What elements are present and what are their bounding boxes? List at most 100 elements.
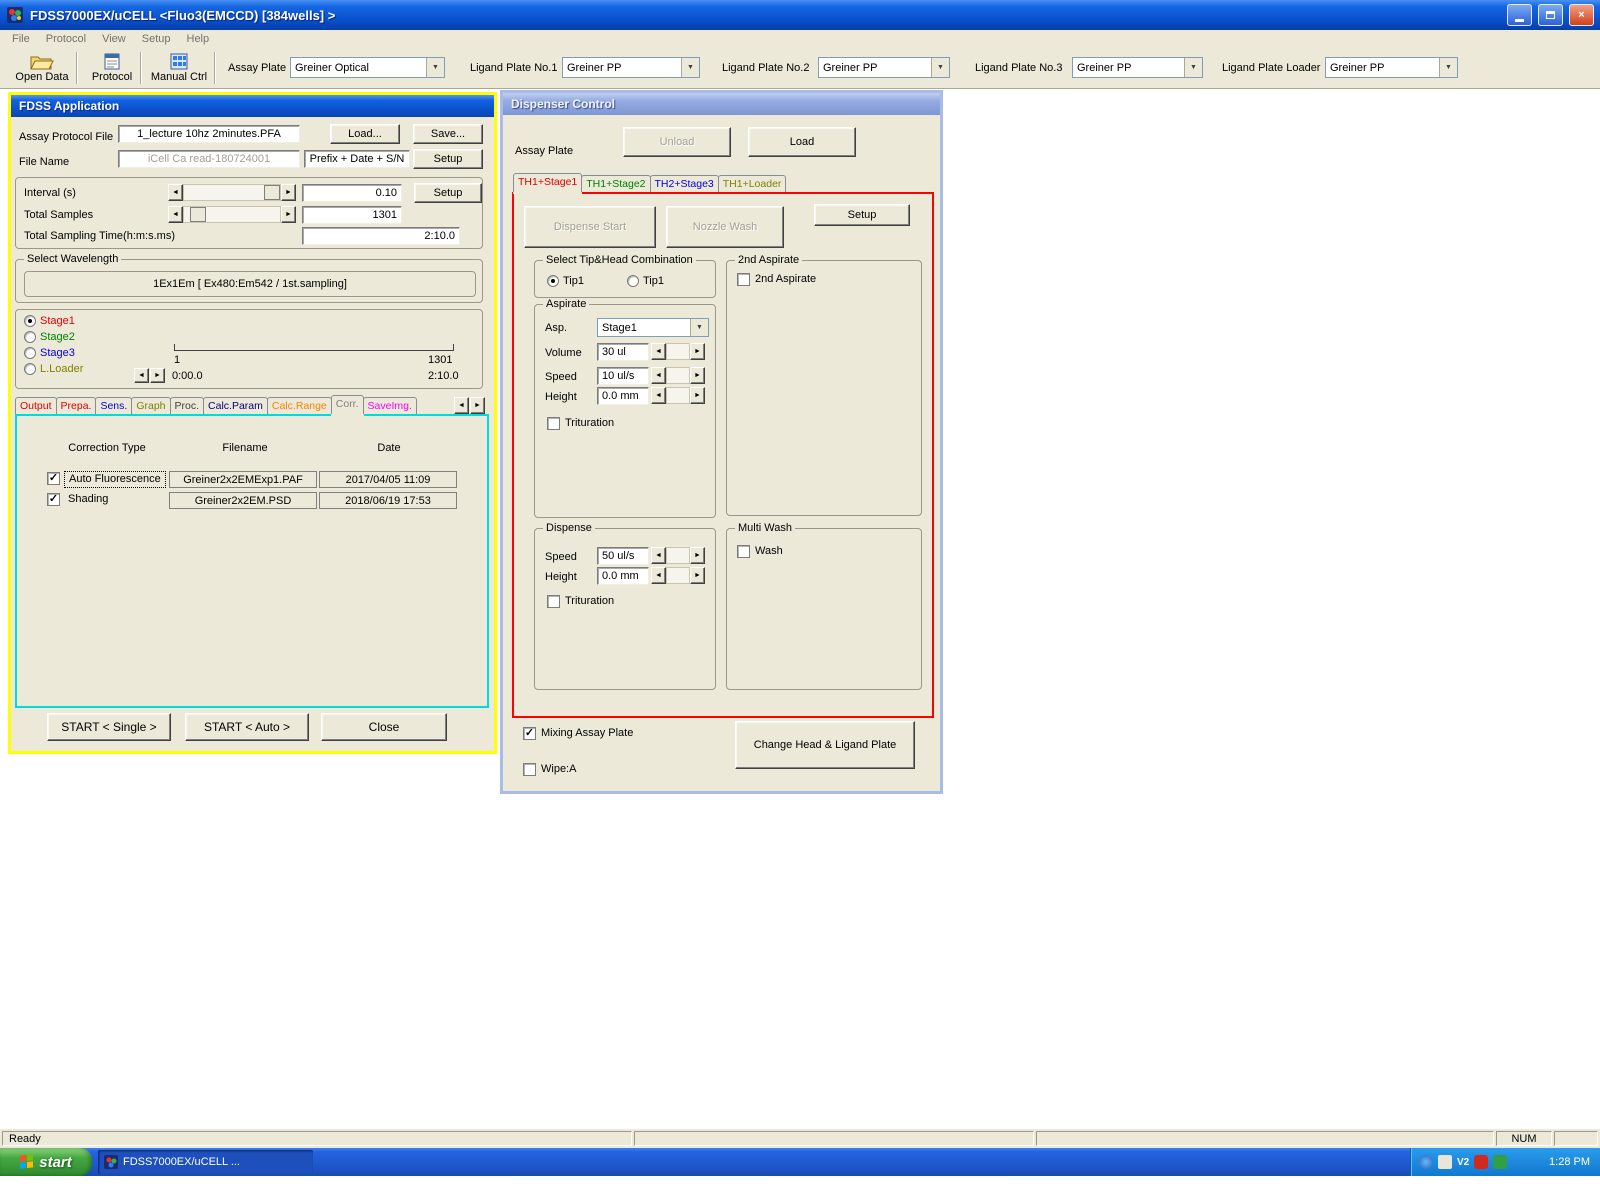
manual-ctrl-button[interactable]: Manual Ctrl <box>144 50 214 87</box>
spin-left-icon[interactable]: ◄ <box>651 547 666 564</box>
tip1-radio-b[interactable] <box>627 275 639 287</box>
dispense-height-spinner[interactable]: ◄ ► <box>651 567 705 584</box>
tray-icon-volume[interactable] <box>1438 1155 1452 1169</box>
start-auto-button[interactable]: START < Auto > <box>185 713 309 741</box>
taskbar-item-fdss[interactable]: FDSS7000EX/uCELL ... <box>98 1150 313 1174</box>
aspirate-height-spinner[interactable]: ◄ ► <box>651 387 705 404</box>
dropdown-icon[interactable]: ▼ <box>681 58 699 77</box>
ligand-plate-1-combo[interactable]: Greiner PP ▼ <box>562 57 700 78</box>
timeline-left-button[interactable]: ◄ <box>134 368 149 383</box>
tray-icon-updates[interactable] <box>1419 1155 1433 1169</box>
change-head-ligand-plate-button[interactable]: Change Head & Ligand Plate <box>735 721 915 769</box>
clock[interactable]: 1:28 PM <box>1549 1156 1590 1168</box>
tip1-radio-a[interactable] <box>547 275 559 287</box>
close-dialog-button[interactable]: Close <box>321 713 447 741</box>
stage2-radio[interactable] <box>24 331 36 343</box>
menu-protocol[interactable]: Protocol <box>38 32 94 46</box>
menu-setup[interactable]: Setup <box>134 32 179 46</box>
menu-view[interactable]: View <box>94 32 134 46</box>
stage3-radio[interactable] <box>24 347 36 359</box>
tab-th2-stage3[interactable]: TH2+Stage3 <box>649 175 719 192</box>
dispense-height-value[interactable]: 0.0 mm <box>597 567 649 585</box>
dropdown-icon[interactable]: ▼ <box>426 58 444 77</box>
spin-left-icon[interactable]: ◄ <box>651 567 666 584</box>
minimize-button[interactable] <box>1507 4 1532 26</box>
aspirate-speed-spinner[interactable]: ◄ ► <box>651 367 705 384</box>
tab-graph[interactable]: Graph <box>131 397 171 414</box>
tab-scroll-left-button[interactable]: ◄ <box>454 397 469 414</box>
load-plate-button[interactable]: Load <box>748 127 856 157</box>
tray-icon-status[interactable] <box>1493 1155 1508 1169</box>
spin-right-icon[interactable]: ► <box>690 547 705 564</box>
spin-right-icon[interactable]: ► <box>690 367 705 384</box>
save-button[interactable]: Save... <box>413 124 483 144</box>
file-name-setup-button[interactable]: Setup <box>413 149 483 169</box>
assay-plate-combo[interactable]: Greiner Optical ▼ <box>290 57 445 78</box>
fdss-titlebar[interactable]: FDSS Application <box>11 95 494 117</box>
dispenser-setup-button[interactable]: Setup <box>814 204 910 226</box>
start-button[interactable]: start <box>0 1148 92 1176</box>
ligand-plate-2-combo[interactable]: Greiner PP ▼ <box>818 57 950 78</box>
ligand-plate-3-combo[interactable]: Greiner PP ▼ <box>1072 57 1203 78</box>
volume-spinner[interactable]: ◄ ► <box>651 343 705 360</box>
tab-th1-stage1[interactable]: TH1+Stage1 <box>513 173 583 192</box>
ligand-plate-loader-combo[interactable]: Greiner PP ▼ <box>1325 57 1458 78</box>
spin-left-icon[interactable]: ◄ <box>651 387 666 404</box>
dispenser-titlebar[interactable]: Dispenser Control <box>503 93 940 115</box>
timeline-slider[interactable] <box>174 350 454 351</box>
spin-left-icon[interactable]: ◄ <box>168 184 183 201</box>
tab-sens[interactable]: Sens. <box>95 397 133 414</box>
open-data-button[interactable]: Open Data <box>6 50 78 87</box>
spin-left-icon[interactable]: ◄ <box>651 367 666 384</box>
tray-badge-v2[interactable]: V2 <box>1457 1157 1469 1168</box>
protocol-button[interactable]: Protocol <box>80 50 144 87</box>
tab-saveimg[interactable]: SaveImg. <box>362 397 417 414</box>
spin-left-icon[interactable]: ◄ <box>651 343 666 360</box>
file-name-prefix[interactable]: Prefix + Date + S/N <box>304 150 410 168</box>
second-aspirate-checkbox[interactable]: ✓ <box>737 273 750 286</box>
tab-prepa[interactable]: Prepa. <box>55 397 97 414</box>
total-samples-value[interactable]: 1301 <box>302 206 402 224</box>
interval-spinner[interactable]: ◄ ► <box>168 184 296 201</box>
volume-value[interactable]: 30 ul <box>597 343 649 361</box>
main-titlebar[interactable]: FDSS7000EX/uCELL <Fluo3(EMCCD) [384wells… <box>0 0 1600 30</box>
load-button[interactable]: Load... <box>330 124 400 144</box>
maximize-button[interactable] <box>1538 4 1563 26</box>
tab-th1-loader[interactable]: TH1+Loader <box>717 175 787 192</box>
spin-right-icon[interactable]: ► <box>690 567 705 584</box>
dispense-trituration-checkbox[interactable]: ✓ <box>547 595 560 608</box>
stage1-radio[interactable] <box>24 315 36 327</box>
aspirate-trituration-checkbox[interactable]: ✓ <box>547 417 560 430</box>
dispense-speed-value[interactable]: 50 ul/s <box>597 547 649 565</box>
menu-file[interactable]: File <box>4 32 38 46</box>
auto-fluorescence-checkbox[interactable]: ✓ <box>47 472 60 485</box>
spin-right-icon[interactable]: ► <box>281 206 296 223</box>
close-button[interactable]: × <box>1569 4 1594 26</box>
loader-radio[interactable] <box>24 363 36 375</box>
dispense-speed-spinner[interactable]: ◄ ► <box>651 547 705 564</box>
tab-th1-stage2[interactable]: TH1+Stage2 <box>581 175 651 192</box>
tab-calc-range[interactable]: Calc.Range <box>266 397 332 414</box>
tab-scroll-right-button[interactable]: ► <box>470 397 485 414</box>
dropdown-icon[interactable]: ▼ <box>931 58 949 77</box>
tab-corr[interactable]: Corr. <box>330 395 364 414</box>
aspirate-height-value[interactable]: 0.0 mm <box>597 387 649 405</box>
interval-setup-button[interactable]: Setup <box>414 183 482 203</box>
timeline-right-button[interactable]: ► <box>150 368 165 383</box>
tray-icon-alert[interactable] <box>1474 1155 1489 1169</box>
total-samples-spinner[interactable]: ◄ ► <box>168 206 296 223</box>
spinner-thumb[interactable] <box>190 207 206 222</box>
asp-stage-combo[interactable]: Stage1 ▼ <box>597 318 709 337</box>
tab-output[interactable]: Output <box>15 397 57 414</box>
spin-right-icon[interactable]: ► <box>690 343 705 360</box>
tab-calc-param[interactable]: Calc.Param <box>203 397 268 414</box>
wash-checkbox[interactable]: ✓ <box>737 545 750 558</box>
menu-help[interactable]: Help <box>179 32 218 46</box>
spin-left-icon[interactable]: ◄ <box>168 206 183 223</box>
spin-right-icon[interactable]: ► <box>690 387 705 404</box>
aspirate-speed-value[interactable]: 10 ul/s <box>597 367 649 385</box>
shading-checkbox[interactable]: ✓ <box>47 493 60 506</box>
dropdown-icon[interactable]: ▼ <box>690 319 708 336</box>
tab-proc[interactable]: Proc. <box>169 397 205 414</box>
interval-value[interactable]: 0.10 <box>302 184 402 202</box>
